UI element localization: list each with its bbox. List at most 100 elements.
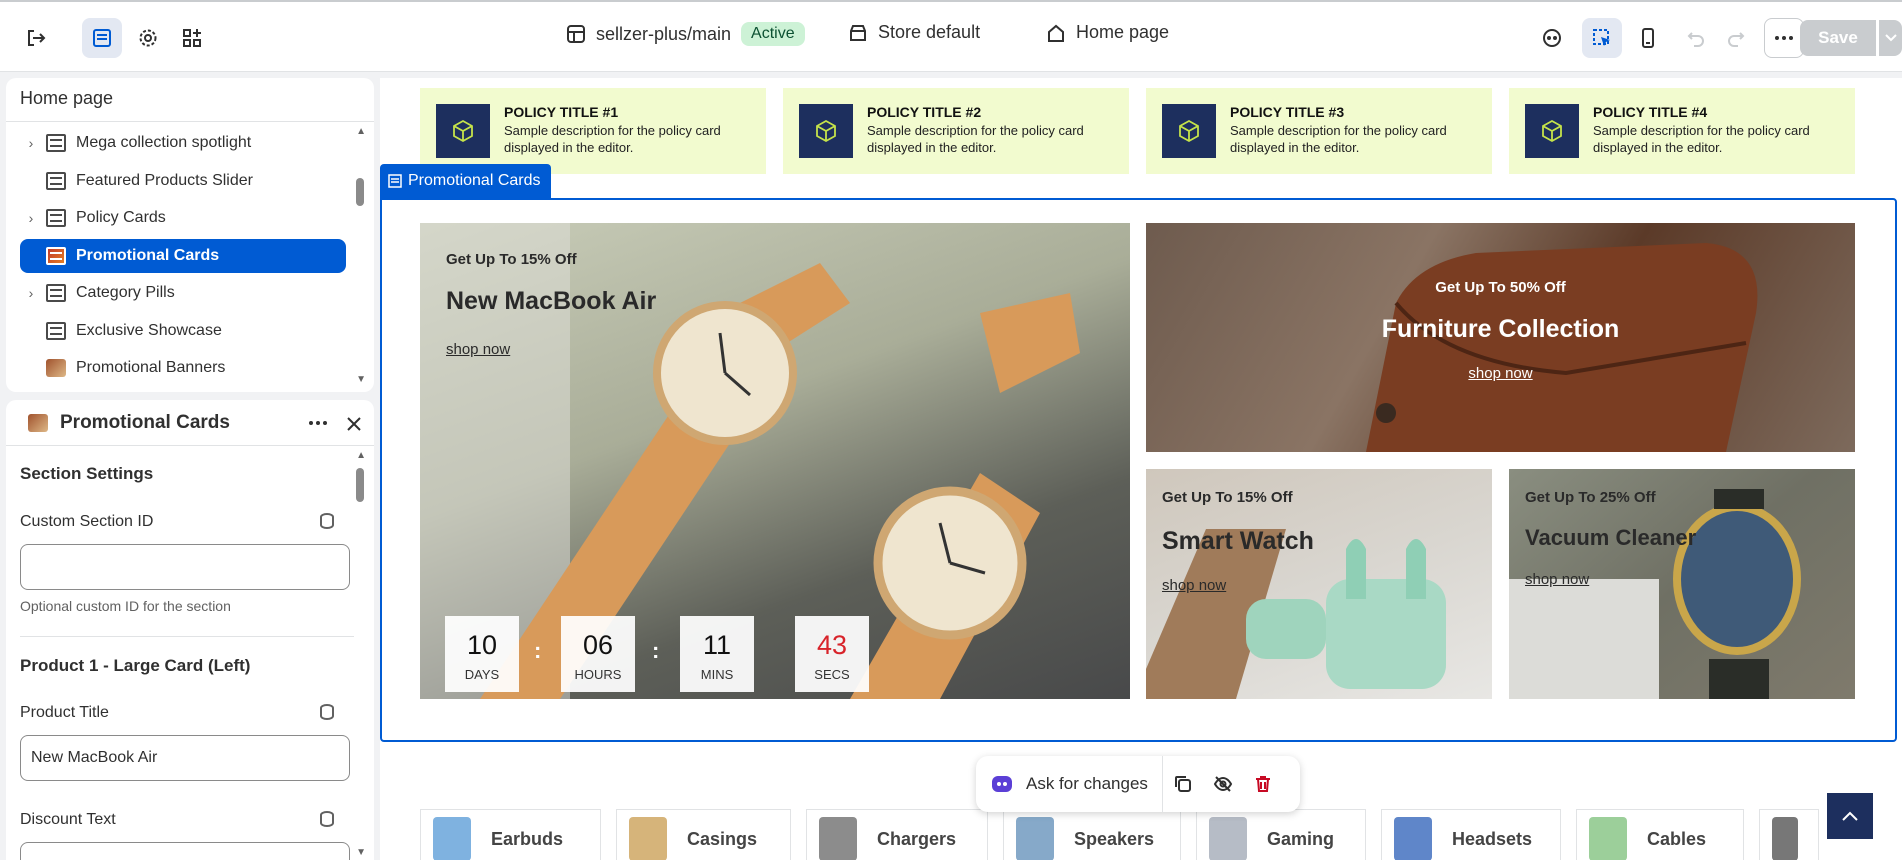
promotional-cards-icon: [28, 413, 48, 432]
mobile-view-button[interactable]: [1628, 18, 1668, 58]
redo-button[interactable]: [1716, 18, 1756, 58]
store-selector[interactable]: sellzer-plus/main Active: [566, 22, 805, 46]
tree-item-mega-collection[interactable]: › Mega collection spotlight: [20, 126, 346, 160]
select-mode-button[interactable]: [1582, 18, 1622, 58]
scrollbar[interactable]: [356, 178, 364, 206]
theme-selector[interactable]: Store default: [848, 22, 980, 43]
section-settings-heading: Section Settings: [20, 464, 154, 483]
promo-card-bottom-right[interactable]: Get Up To 25% Off Vacuum Cleaner shop no…: [1509, 469, 1855, 699]
chargers-thumbnail: [819, 817, 857, 860]
countdown-value: 10: [466, 630, 498, 660]
page-selector[interactable]: Home page: [1046, 22, 1169, 43]
chevron-right-icon[interactable]: ›: [20, 285, 42, 301]
tree-item-label: Policy Cards: [76, 209, 166, 226]
policy-card[interactable]: POLICY TITLE #3 Sample description for t…: [1146, 88, 1492, 174]
custom-id-input[interactable]: [20, 544, 350, 590]
eye-off-icon: [1213, 776, 1233, 792]
product1-heading: Product 1 - Large Card (Left): [20, 656, 251, 675]
more-actions-button[interactable]: [1764, 18, 1804, 58]
tree-item-label: Category Pills: [76, 284, 175, 301]
category-pill[interactable]: Earbuds: [420, 809, 601, 860]
box-icon: [436, 104, 490, 158]
category-pill[interactable]: [1759, 809, 1819, 860]
tree-item-category-pills[interactable]: › Category Pills: [20, 276, 346, 310]
shop-now-link[interactable]: shop now: [446, 341, 510, 358]
policy-card[interactable]: POLICY TITLE #2 Sample description for t…: [783, 88, 1129, 174]
apps-button[interactable]: [172, 18, 212, 58]
page-name: Home page: [1076, 22, 1170, 42]
category-pill[interactable]: Speakers: [1003, 809, 1181, 860]
tree-item-label: Featured Products Slider: [76, 172, 253, 189]
dynamic-source-icon[interactable]: [320, 811, 334, 827]
scroll-up-icon[interactable]: ▲: [356, 126, 366, 137]
promo-title: New MacBook Air: [446, 287, 657, 315]
category-label: Earbuds: [491, 828, 564, 849]
more-horizontal-icon[interactable]: [308, 420, 328, 426]
chevron-right-icon[interactable]: ›: [20, 210, 42, 226]
category-label: Gaming: [1267, 828, 1335, 849]
preview-inspector-button[interactable]: [1532, 18, 1572, 58]
shop-now-link[interactable]: shop now: [1162, 577, 1226, 594]
category-thumbnail: [1772, 817, 1798, 860]
tree-item-exclusive-showcase[interactable]: Exclusive Showcase: [20, 314, 346, 348]
tree-item-policy-cards[interactable]: › Policy Cards: [20, 201, 346, 235]
sections-button[interactable]: [82, 18, 122, 58]
category-pill[interactable]: Casings: [616, 809, 791, 860]
save-options-button[interactable]: [1878, 20, 1902, 56]
dynamic-source-icon[interactable]: [320, 704, 334, 720]
category-label: Speakers: [1074, 828, 1155, 849]
gear-icon: [139, 29, 157, 47]
image-section-icon: [46, 359, 66, 377]
promo-card-bottom-left[interactable]: Get Up To 15% Off Smart Watch shop now: [1146, 469, 1492, 699]
scroll-up-icon[interactable]: ▲: [356, 450, 366, 461]
policy-card[interactable]: POLICY TITLE #4 Sample description for t…: [1509, 88, 1855, 174]
product-title-input[interactable]: [20, 735, 350, 781]
hide-button[interactable]: [1203, 774, 1243, 794]
promo-title: Furniture Collection: [1381, 315, 1620, 343]
delete-button[interactable]: [1243, 774, 1283, 794]
policy-description: Sample description for the policy card d…: [504, 123, 721, 155]
scrollbar[interactable]: [356, 468, 364, 502]
section-icon: [46, 284, 66, 302]
countdown-value: 43: [816, 630, 848, 660]
promo-card-large[interactable]: Get Up To 15% Off New MacBook Air shop n…: [420, 223, 1130, 699]
custom-id-label: Custom Section ID: [20, 513, 154, 530]
cursor-select-icon: [1593, 29, 1610, 46]
section-icon: [46, 172, 66, 190]
policy-card[interactable]: POLICY TITLE #1 Sample description for t…: [420, 88, 766, 174]
category-pill[interactable]: Gaming: [1196, 809, 1366, 860]
dynamic-source-icon[interactable]: [320, 513, 334, 529]
countdown-label: MINS: [700, 667, 734, 682]
countdown-separator: :: [534, 638, 542, 663]
section-icon: [46, 247, 66, 265]
discount-text-input[interactable]: [20, 842, 350, 860]
back-to-top-button[interactable]: [1827, 793, 1873, 839]
chevron-right-icon[interactable]: ›: [20, 135, 42, 151]
theme-name: Store default: [878, 22, 981, 42]
scroll-down-icon[interactable]: ▼: [356, 847, 366, 858]
tree-item-featured-products[interactable]: Featured Products Slider: [20, 164, 346, 198]
category-pill[interactable]: Cables: [1576, 809, 1744, 860]
category-pill[interactable]: Chargers: [806, 809, 988, 860]
tree-item-promotional-cards[interactable]: Promotional Cards: [20, 239, 346, 273]
undo-button[interactable]: [1676, 18, 1716, 58]
trash-icon: [1255, 776, 1270, 792]
ask-for-changes-button[interactable]: Ask for changes: [976, 756, 1163, 812]
sections-icon: [93, 29, 111, 47]
box-icon: [1525, 104, 1579, 158]
theme-settings-button[interactable]: [128, 18, 168, 58]
shop-now-link[interactable]: shop now: [1146, 365, 1855, 382]
tree-item-promotional-banners[interactable]: Promotional Banners: [20, 351, 346, 385]
top-bar: sellzer-plus/main Active Store default H…: [0, 0, 1902, 72]
section-tag[interactable]: Promotional Cards: [380, 164, 551, 198]
save-button[interactable]: Save: [1800, 20, 1876, 56]
promo-card-top-right[interactable]: Get Up To 50% Off Furniture Collection s…: [1146, 223, 1855, 452]
close-icon[interactable]: [346, 416, 362, 432]
scroll-down-icon[interactable]: ▼: [356, 374, 366, 385]
exit-button[interactable]: [16, 18, 56, 58]
store-icon: [850, 24, 866, 41]
section-icon: [46, 209, 66, 227]
shop-now-link[interactable]: shop now: [1525, 571, 1589, 588]
category-pill[interactable]: Headsets: [1381, 809, 1561, 860]
duplicate-button[interactable]: [1163, 774, 1203, 794]
